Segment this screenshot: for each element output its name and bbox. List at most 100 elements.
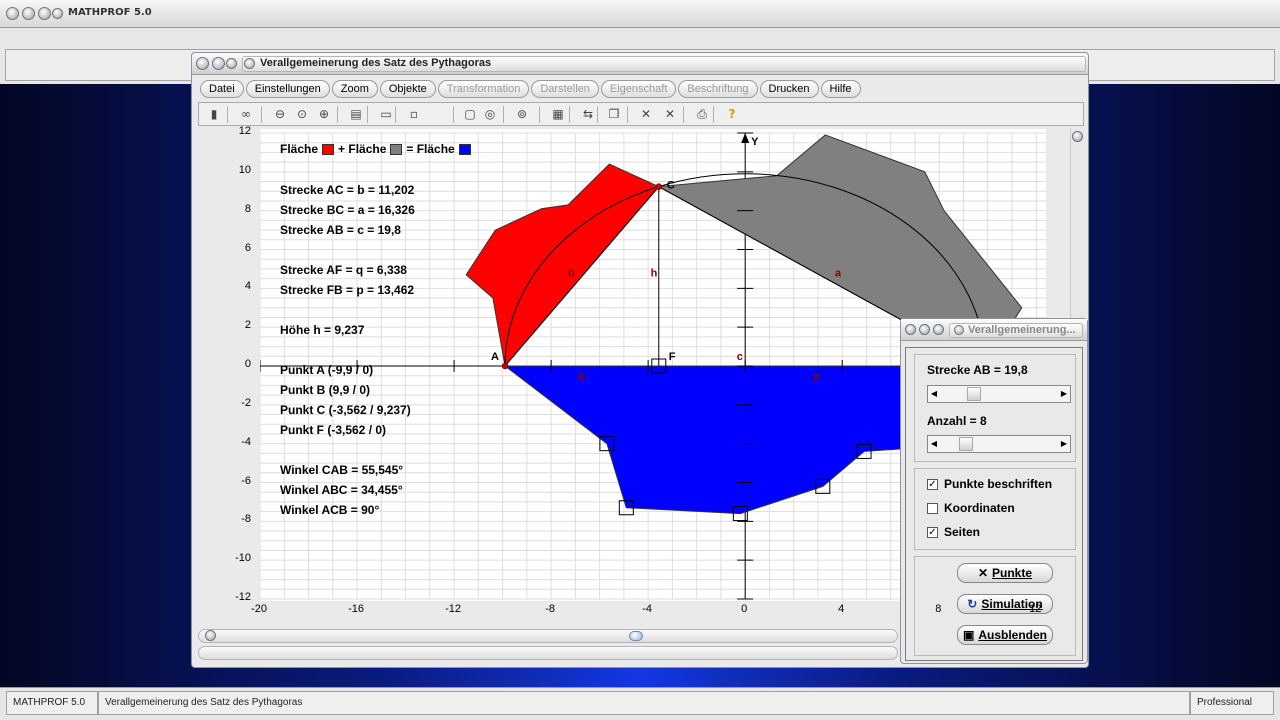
minimize-icon[interactable] (22, 7, 35, 20)
info-ac: Strecke AC = b = 11,202 (280, 183, 415, 197)
refresh-icon: ↻ (967, 597, 978, 611)
legend-text-3: = Fläche (406, 142, 455, 156)
anzahl-slider-thumb[interactable] (959, 437, 974, 451)
checkbox-punkte-beschriften[interactable]: ✓ Punkte beschriften (927, 477, 1052, 491)
exit-icon[interactable]: ▮ (205, 106, 223, 123)
window-close-icon[interactable] (244, 58, 255, 69)
panel-menu-icon[interactable] (905, 324, 916, 335)
pages-icon[interactable]: ❐ (605, 106, 623, 123)
menu-zoom[interactable]: Zoom (331, 80, 378, 98)
checkbox-seiten[interactable]: ✓ Seiten (927, 525, 980, 539)
points-x-icon: ✕ (977, 566, 989, 580)
strecke-slider-thumb[interactable] (967, 387, 982, 401)
anzahl-slider[interactable]: ◀ ▶ (927, 435, 1071, 453)
x-tick-label: 12 (1029, 603, 1042, 615)
window-maximize-icon[interactable] (226, 58, 237, 69)
checkbox-box[interactable]: ✓ (927, 526, 938, 538)
y-tick-label: 6 (244, 241, 251, 254)
scroll-left-button[interactable] (205, 630, 216, 641)
ausblenden-button[interactable]: ▣ Ausblenden (957, 625, 1053, 645)
horizontal-scrollbar[interactable] (198, 629, 898, 643)
zoom-out-icon[interactable]: ⊖ (271, 106, 289, 123)
checkbox-label: Koordinaten (944, 501, 1015, 515)
status-edition: Professional (1190, 691, 1274, 715)
points-xx-icon[interactable]: ✕ (661, 106, 679, 123)
help-icon[interactable]: ? (723, 106, 741, 123)
legend-text-2: + Fläche (338, 142, 387, 156)
checkbox-label: Punkte beschriften (944, 477, 1053, 491)
y-tick-label: 8 (244, 202, 251, 215)
y-tick-label: 2 (244, 319, 251, 332)
label-point-a: A (491, 351, 499, 363)
area-legend: Fläche + Fläche = Fläche (280, 142, 471, 156)
zoom-in-icon[interactable]: ⊕ (315, 106, 333, 123)
panel-icon[interactable]: ▫ (405, 106, 423, 123)
y-tick-label: -10 (235, 552, 251, 565)
checkbox-koordinaten[interactable]: Koordinaten (927, 501, 1015, 515)
arrow-left-icon[interactable]: ◀ (928, 386, 940, 402)
strecke-slider[interactable]: ◀ ▶ (927, 385, 1071, 403)
scroll-thumb-vertical[interactable] (1072, 131, 1083, 142)
punkte-button[interactable]: ✕ Punkte (957, 563, 1053, 583)
status-app: MATHPROF 5.0 (6, 691, 98, 715)
label-side-c: c (737, 351, 743, 363)
point-dot (501, 362, 509, 370)
info-angle-acb: Winkel ACB = 90° (280, 503, 380, 517)
window-menu-icon[interactable] (196, 57, 209, 70)
control-panel-title: Verallgemeinerung... (968, 324, 1076, 336)
panel-maximize-icon[interactable] (933, 324, 944, 335)
menu-einstellungen[interactable]: Einstellungen (245, 80, 330, 98)
x-tick-label: -12 (445, 603, 462, 615)
status-document: Verallgemeinerung des Satz des Pythagora… (98, 691, 1190, 715)
label-side-b: b (568, 268, 575, 280)
maximize-icon[interactable] (38, 7, 51, 20)
window-titlebar[interactable]: Verallgemeinerung des Satz des Pythagora… (192, 53, 1088, 75)
zoom-icon[interactable]: ⊙ (293, 106, 311, 123)
scroll-thumb-horizontal[interactable] (629, 631, 643, 641)
control-panel-window: Verallgemeinerung... Strecke AB = 19,8 ◀… (900, 318, 1088, 664)
status-scrollbar[interactable] (198, 646, 898, 660)
points-x-icon[interactable]: ✕ (637, 106, 655, 123)
strecke-label: Strecke AB = 19,8 (927, 363, 1028, 377)
menu-objekte[interactable]: Objekte (379, 80, 436, 98)
menu-darstellen: Darstellen (531, 80, 599, 98)
menu-drucken[interactable]: Drucken (759, 80, 819, 98)
info-angle-abc: Winkel ABC = 34,455° (280, 483, 403, 497)
arrow-left-icon[interactable]: ◀ (928, 436, 940, 452)
properties-icon[interactable]: ▤ (347, 106, 365, 123)
transfer-icon[interactable]: ⇆ (579, 106, 597, 123)
menu-datei[interactable]: Datei (200, 80, 244, 98)
print-icon[interactable]: ⎙ (693, 106, 711, 123)
value-icon[interactable]: ▢ (461, 106, 479, 123)
point-dot (655, 183, 663, 190)
panel-minimize-icon[interactable] (919, 324, 930, 335)
glasses-icon[interactable]: ∞ (237, 106, 255, 123)
arrow-right-icon[interactable]: ▶ (1058, 436, 1070, 452)
anzahl-label: Anzahl = 8 (927, 414, 987, 428)
info-height: Höhe h = 9,237 (280, 323, 365, 337)
checkbox-box[interactable] (927, 502, 938, 514)
table-icon[interactable]: ▦ (549, 106, 567, 123)
slider-group: Strecke AB = 19,8 ◀ ▶ Anzahl = 8 ◀ ▶ (914, 354, 1076, 462)
checkbox-label: Seiten (944, 525, 981, 539)
system-menu-icon[interactable] (6, 7, 19, 20)
close-icon[interactable] (52, 8, 63, 19)
checkbox-box[interactable]: ✓ (927, 478, 938, 490)
y-tick-label: -4 (241, 435, 251, 448)
punkte-button-label: Punkte (992, 566, 1033, 580)
y-tick-label: 4 (244, 280, 251, 293)
legend-swatch-red (322, 143, 335, 155)
info-ab: Strecke AB = c = 19,8 (280, 223, 401, 237)
control-panel-titlebar[interactable]: Verallgemeinerung... (901, 319, 1087, 341)
copy-plot-icon[interactable]: ◎ (481, 106, 499, 123)
window-icon[interactable]: ▭ (377, 106, 395, 123)
y-tick-label: -6 (241, 474, 251, 487)
arrow-right-icon[interactable]: ▶ (1058, 386, 1070, 402)
app-title: MATHPROF 5.0 (68, 7, 152, 18)
legend-swatch-gray (390, 143, 403, 155)
window-minimize-icon[interactable] (212, 57, 225, 70)
panel-close-icon[interactable] (954, 325, 964, 335)
menu-hilfe[interactable]: Hilfe (820, 80, 861, 98)
info-point-f: Punkt F (-3,562 / 0) (280, 423, 387, 437)
export-icon[interactable]: ⊚ (513, 106, 531, 123)
